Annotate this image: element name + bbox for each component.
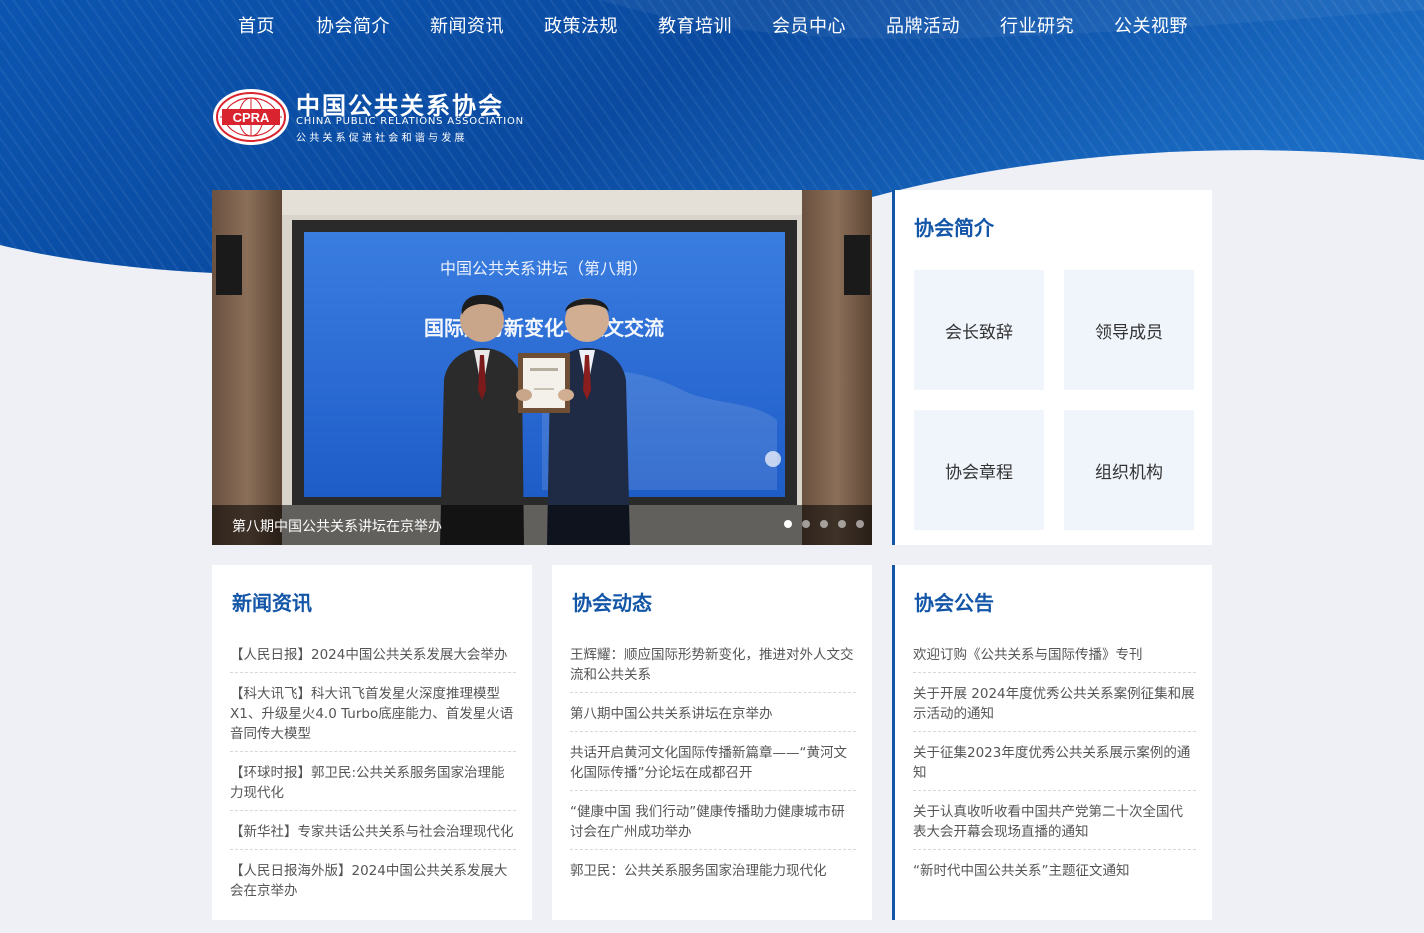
news-item[interactable]: 【环球时报】郭卫民:公共关系服务国家治理能力现代化	[230, 761, 516, 811]
tile-organization[interactable]: 组织机构	[1064, 410, 1194, 530]
dynamics-panel-title[interactable]: 协会动态	[572, 587, 652, 616]
notices-panel: 协会公告 欢迎订购《公共关系与国际传播》专刊 关于开展 2024年度优秀公共关系…	[892, 565, 1212, 920]
carousel-slide-image: 中国公共关系讲坛（第八期） 国际形势新变化与人文交流	[212, 190, 872, 545]
svg-text:国际形势新变化与人文交流: 国际形势新变化与人文交流	[424, 316, 664, 340]
svg-text:CPRA: CPRA	[233, 110, 270, 125]
logo-slogan: 公共关系促进社会和谐与发展	[296, 133, 468, 144]
dynamics-item[interactable]: “健康中国 我们行动”健康传播助力健康城市研讨会在广州成功举办	[570, 800, 856, 850]
main-nav: 首页 协会简介 新闻资讯 政策法规 教育培训 会员中心 品牌活动 行业研究 公关…	[0, 0, 1424, 50]
news-item[interactable]: 【人民日报海外版】2024中国公共关系发展大会在京举办	[230, 859, 516, 908]
news-item[interactable]: 【科大讯飞】科大讯飞首发星火深度推理模型X1、升级星火4.0 Turbo底座能力…	[230, 682, 516, 752]
notice-item[interactable]: 关于认真收听收看中国共产党第二十次全国代表大会开幕会现场直播的通知	[913, 800, 1196, 850]
globe-emblem-icon: CPRA	[213, 89, 289, 145]
carousel-caption-bar: 第八期中国公共关系讲坛在京举办	[212, 505, 872, 545]
site-logo[interactable]: CPRA 中国公共关系协会 CHINA PUBLIC RELATIONS ASS…	[212, 86, 523, 146]
carousel-dot-1[interactable]	[784, 520, 792, 528]
nav-item-vision[interactable]: 公关视野	[1114, 12, 1188, 38]
news-panel: 新闻资讯 【人民日报】2024中国公共关系发展大会举办 【科大讯飞】科大讯飞首发…	[212, 565, 532, 920]
about-panel-title[interactable]: 协会简介	[914, 212, 994, 241]
nav-item-home[interactable]: 首页	[238, 12, 275, 38]
news-item[interactable]: 【新华社】专家共话公共关系与社会治理现代化	[230, 820, 516, 850]
dynamics-item[interactable]: 王辉耀：顺应国际形势新变化，推进对外人文交流和公共关系	[570, 643, 856, 693]
notice-item[interactable]: “新时代中国公共关系”主题征文通知	[913, 859, 1196, 888]
tile-leadership[interactable]: 领导成员	[1064, 270, 1194, 390]
news-panel-title[interactable]: 新闻资讯	[232, 587, 312, 616]
nav-item-research[interactable]: 行业研究	[1000, 12, 1074, 38]
carousel-dot-3[interactable]	[820, 520, 828, 528]
notice-item[interactable]: 关于开展 2024年度优秀公共关系案例征集和展示活动的通知	[913, 682, 1196, 732]
carousel-dots	[784, 520, 864, 528]
dynamics-item[interactable]: 共话开启黄河文化国际传播新篇章——“黄河文化国际传播”分论坛在成都召开	[570, 741, 856, 791]
nav-item-policy[interactable]: 政策法规	[544, 12, 618, 38]
carousel-dot-2[interactable]	[802, 520, 810, 528]
tile-president-address[interactable]: 会长致辞	[914, 270, 1044, 390]
notices-panel-title[interactable]: 协会公告	[914, 587, 994, 616]
nav-item-news[interactable]: 新闻资讯	[430, 12, 504, 38]
nav-item-events[interactable]: 品牌活动	[886, 12, 960, 38]
nav-item-members[interactable]: 会员中心	[772, 12, 846, 38]
nav-item-about[interactable]: 协会简介	[316, 12, 390, 38]
carousel-dot-5[interactable]	[856, 520, 864, 528]
notice-item[interactable]: 关于征集2023年度优秀公共关系展示案例的通知	[913, 741, 1196, 791]
dynamics-panel: 协会动态 王辉耀：顺应国际形势新变化，推进对外人文交流和公共关系 第八期中国公共…	[552, 565, 872, 920]
dynamics-item[interactable]: 郭卫民：公共关系服务国家治理能力现代化	[570, 859, 856, 888]
carousel-caption[interactable]: 第八期中国公共关系讲坛在京举办	[232, 516, 442, 536]
notices-list: 欢迎订购《公共关系与国际传播》专刊 关于开展 2024年度优秀公共关系案例征集和…	[913, 643, 1196, 897]
carousel-dot-4[interactable]	[838, 520, 846, 528]
news-item[interactable]: 【人民日报】2024中国公共关系发展大会举办	[230, 643, 516, 673]
about-panel: 协会简介 会长致辞 领导成员 协会章程 组织机构	[892, 190, 1212, 545]
news-list: 【人民日报】2024中国公共关系发展大会举办 【科大讯飞】科大讯飞首发星火深度推…	[230, 643, 516, 917]
logo-name-en: CHINA PUBLIC RELATIONS ASSOCIATION	[296, 116, 524, 127]
news-carousel[interactable]: 中国公共关系讲坛（第八期） 国际形势新变化与人文交流 第八期中国公共关系讲坛在京…	[212, 190, 872, 545]
dynamics-list: 王辉耀：顺应国际形势新变化，推进对外人文交流和公共关系 第八期中国公共关系讲坛在…	[570, 643, 856, 897]
notice-item[interactable]: 欢迎订购《公共关系与国际传播》专刊	[913, 643, 1196, 673]
svg-text:中国公共关系讲坛（第八期）: 中国公共关系讲坛（第八期）	[440, 259, 648, 278]
nav-item-training[interactable]: 教育培训	[658, 12, 732, 38]
tile-charter[interactable]: 协会章程	[914, 410, 1044, 530]
dynamics-item[interactable]: 第八期中国公共关系讲坛在京举办	[570, 702, 856, 732]
